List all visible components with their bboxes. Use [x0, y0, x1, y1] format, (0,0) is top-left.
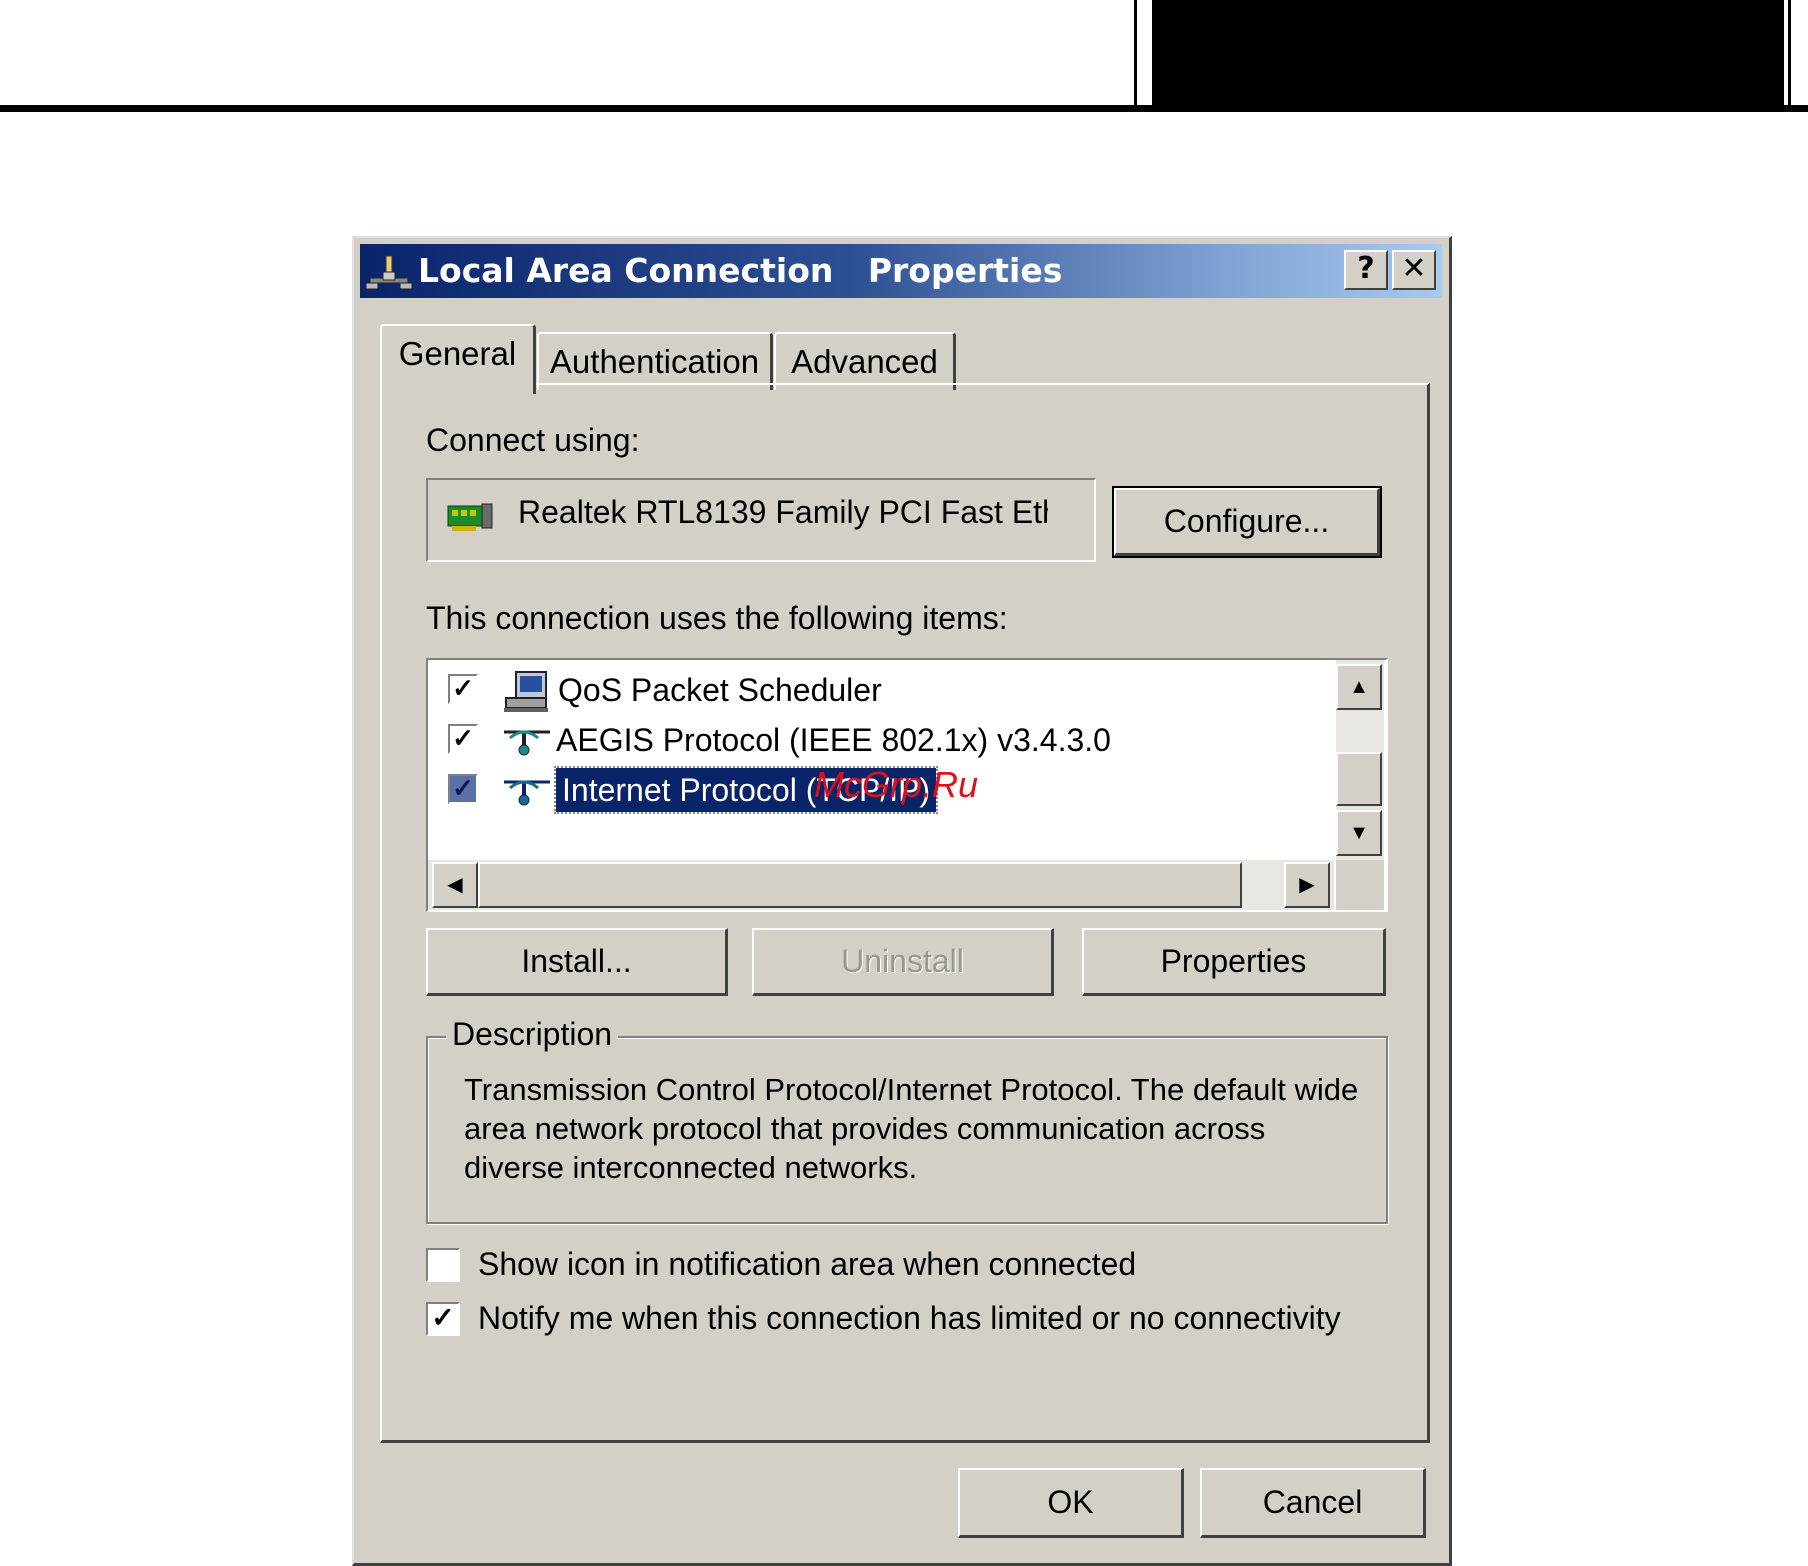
description-text: Transmission Control Protocol/Internet P… [464, 1072, 1359, 1185]
tab-general-label: General [398, 335, 517, 372]
adapter-field: Realtek RTL8139 Family PCI Fast Eth [426, 478, 1096, 562]
connect-using-label: Connect using: [426, 422, 640, 458]
vertical-scrollbar[interactable]: ▲ ▼ [1336, 660, 1384, 860]
uninstall-button-label: Uninstall [841, 943, 964, 979]
scheduler-icon [504, 671, 548, 712]
notify-checkbox[interactable]: ✓ [426, 1302, 460, 1336]
cancel-button[interactable]: Cancel [1200, 1468, 1426, 1538]
watermark: McGrp.Ru [814, 764, 979, 805]
item-checkbox[interactable]: ✓ [448, 724, 478, 754]
properties-dialog: Local Area Connection Properties ? ✕ Gen… [352, 236, 1452, 1566]
item-label: QoS Packet Scheduler [558, 672, 882, 708]
protocol-icon [504, 730, 550, 756]
configure-button-label: Configure... [1163, 503, 1330, 539]
scroll-up-button[interactable]: ▲ [1336, 664, 1382, 710]
properties-button-label: Properties [1160, 943, 1307, 979]
network-card-icon [447, 503, 493, 531]
scrollbar-corner [1336, 860, 1384, 910]
scroll-down-button[interactable]: ▼ [1336, 810, 1382, 856]
title-bar[interactable]: Local Area Connection Properties ? ✕ [360, 244, 1442, 298]
network-connection-icon [366, 255, 412, 290]
tab-advanced-label: Advanced [791, 343, 938, 380]
page-header-divider-right [1788, 0, 1791, 108]
cancel-button-label: Cancel [1262, 1484, 1363, 1520]
show-icon-checkbox[interactable] [426, 1248, 460, 1282]
list-item[interactable]: ✓ AEGIS Protocol (IEEE 802.1x) v3.4.3.0 [448, 718, 1328, 762]
protocol-icon [504, 780, 550, 806]
tab-authentication-label: Authentication [549, 343, 760, 380]
horizontal-scroll-thumb[interactable] [478, 862, 1242, 908]
scroll-left-button[interactable]: ◀ [432, 862, 478, 908]
description-legend: Description [446, 1016, 619, 1053]
close-icon: ✕ [1401, 251, 1427, 286]
configure-button[interactable]: Configure... [1112, 486, 1382, 558]
install-button-label: Install... [521, 943, 632, 979]
properties-button[interactable]: Properties [1082, 928, 1386, 996]
page-header-block [1152, 0, 1784, 110]
close-button[interactable]: ✕ [1392, 250, 1436, 290]
arrow-up-icon: ▲ [1349, 676, 1369, 698]
tab-authentication[interactable]: Authentication [537, 332, 773, 390]
arrow-right-icon: ▶ [1299, 874, 1315, 896]
help-button[interactable]: ? [1344, 250, 1388, 290]
items-label: This connection uses the following items… [426, 600, 1008, 636]
tab-general[interactable]: General [380, 324, 536, 394]
item-checkbox[interactable]: ✓ [448, 774, 478, 804]
scroll-thumb[interactable] [1336, 752, 1382, 806]
list-item[interactable]: ✓ QoS Packet Scheduler [448, 668, 1328, 712]
adapter-name: Realtek RTL8139 Family PCI Fast Eth [518, 494, 1048, 530]
arrow-down-icon: ▼ [1349, 822, 1369, 844]
show-icon-label[interactable]: Show icon in notification area when conn… [478, 1246, 1136, 1283]
item-checkbox[interactable]: ✓ [448, 674, 478, 704]
item-label: AEGIS Protocol (IEEE 802.1x) v3.4.3.0 [556, 722, 1111, 758]
uninstall-button[interactable]: Uninstall [752, 928, 1054, 996]
tab-advanced[interactable]: Advanced [774, 332, 956, 390]
dialog-title-suffix: Properties [867, 251, 1063, 290]
ok-button-label: OK [1047, 1484, 1094, 1520]
arrow-left-icon: ◀ [447, 874, 463, 896]
dialog-title-name: Local Area Connection [418, 251, 834, 290]
notify-label[interactable]: Notify me when this connection has limit… [478, 1300, 1341, 1337]
dialog-title: Local Area Connection Properties [418, 250, 1062, 292]
page-header-divider [1134, 0, 1137, 108]
scroll-right-button[interactable]: ▶ [1284, 862, 1330, 908]
horizontal-scrollbar[interactable]: ◀ ▶ [428, 860, 1334, 910]
install-button[interactable]: Install... [426, 928, 728, 996]
ok-button[interactable]: OK [958, 1468, 1184, 1538]
